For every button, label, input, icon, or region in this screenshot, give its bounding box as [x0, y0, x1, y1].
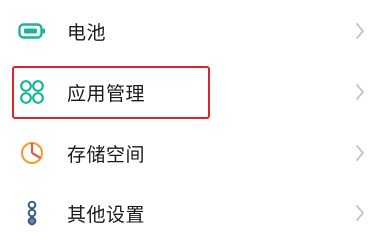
settings-list: 电池 应用管理 存储空间 其他设置: [0, 0, 381, 247]
settings-item-label: 应用管理: [67, 82, 146, 105]
chevron-right-icon: [353, 143, 367, 163]
settings-item-battery[interactable]: 电池: [0, 1, 381, 61]
chevron-right-icon: [353, 203, 367, 223]
battery-icon: [17, 16, 47, 46]
settings-item-label: 存储空间: [67, 143, 146, 166]
settings-item-other-settings[interactable]: 其他设置: [0, 183, 381, 243]
more-settings-icon: [17, 198, 47, 228]
settings-item-label: 电池: [67, 21, 107, 44]
chevron-right-icon: [353, 21, 367, 41]
chevron-right-icon: [353, 82, 367, 102]
settings-item-storage[interactable]: 存储空间: [0, 123, 381, 183]
storage-pie-icon: [17, 138, 47, 168]
apps-grid-icon: [17, 77, 47, 107]
settings-item-label: 其他设置: [67, 203, 146, 226]
settings-item-app-management[interactable]: 应用管理: [0, 62, 381, 122]
